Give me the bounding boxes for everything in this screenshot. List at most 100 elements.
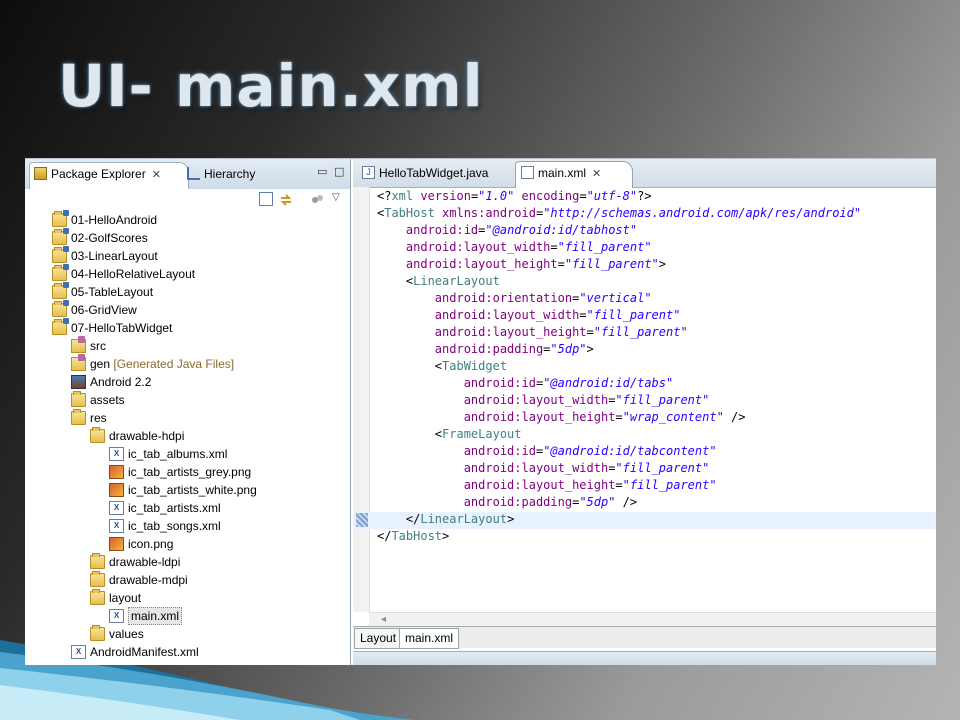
scroll-left-arrow-icon[interactable]: ◂ xyxy=(381,614,386,625)
code-token: > xyxy=(658,257,667,271)
code-token: android:layout_width xyxy=(377,393,609,407)
tab-layout[interactable]: Layout xyxy=(354,628,403,649)
maximize-icon[interactable]: □ xyxy=(334,165,344,178)
tree-item-label: values xyxy=(109,627,144,641)
tree-item-decoration: [Generated Java Files] xyxy=(110,357,235,371)
code-token: > xyxy=(507,512,515,526)
source-folder-icon xyxy=(71,354,86,371)
project-folder-icon xyxy=(52,300,69,317)
code-line: android:layout_width="fill_parent" xyxy=(377,392,710,409)
folder-icon xyxy=(71,391,86,407)
xml-file-icon: X xyxy=(109,501,124,515)
xml-file-icon: X xyxy=(109,519,124,533)
tree-item-label: main.xml xyxy=(128,607,183,625)
code-token: "@android:id/tabhost" xyxy=(485,223,638,237)
project-folder-icon xyxy=(52,246,69,263)
code-token: android:id xyxy=(377,376,536,390)
editor-ruler xyxy=(353,187,370,612)
package-explorer-pane: Package Explorer ✕ Hierarchy ▭ □ ▽ 01-Hel… xyxy=(25,159,351,665)
code-token: "5dp" xyxy=(550,342,587,356)
link-with-editor-icon[interactable] xyxy=(279,192,293,206)
code-token: android:layout_height xyxy=(377,410,616,424)
tab-hellotabwidget-java[interactable]: J HelloTabWidget.java xyxy=(357,162,509,184)
package-explorer-icon xyxy=(34,167,47,180)
tree-item-label: ic_tab_albums.xml xyxy=(128,447,228,461)
tree-item-label: ic_tab_artists_grey.png xyxy=(128,465,252,479)
tree-item-label: Android 2.2 xyxy=(90,375,152,389)
hierarchy-icon xyxy=(187,167,200,180)
manifest-file-icon: X xyxy=(71,645,86,659)
view-menu-chevron-down-icon[interactable]: ▽ xyxy=(332,192,346,206)
code-token: TabHost xyxy=(384,206,435,220)
code-line: android:layout_height="fill_parent" xyxy=(377,324,688,341)
tree-item-label: 07-HelloTabWidget xyxy=(71,321,173,335)
xml-file-icon: X xyxy=(109,609,124,623)
folder-icon xyxy=(90,427,105,443)
editor-pane: J HelloTabWidget.java main.xml ✕ <?xml ve… xyxy=(353,159,936,665)
code-token: TabHost xyxy=(391,529,443,543)
tab-hierarchy[interactable]: Hierarchy xyxy=(183,163,282,185)
png-file-icon xyxy=(109,483,124,497)
code-token: = xyxy=(579,308,587,322)
xml-file-icon: X xyxy=(109,447,124,461)
project-folder-icon xyxy=(52,210,69,227)
tab-label: Hierarchy xyxy=(204,167,256,181)
code-line: android:layout_width="fill_parent" xyxy=(377,307,681,324)
tab-main-xml[interactable]: main.xml ✕ xyxy=(515,161,633,188)
code-token: TabWidget xyxy=(442,359,508,373)
tree-item-label: 02-GolfScores xyxy=(71,231,148,245)
code-token: "fill_parent" xyxy=(622,478,717,492)
code-token: FrameLayout xyxy=(442,427,522,441)
code-line: android:id="@android:id/tabs" xyxy=(377,375,674,392)
bottom-views-tab-bar xyxy=(353,651,936,665)
xml-file-icon xyxy=(521,166,534,179)
folder-icon xyxy=(90,553,105,569)
folder-icon xyxy=(90,589,105,605)
code-line: <FrameLayout xyxy=(377,426,522,443)
collapse-all-icon[interactable] xyxy=(259,192,273,206)
view-menu-dots-icon[interactable] xyxy=(310,192,324,206)
code-token: android:orientation xyxy=(377,291,573,305)
code-token: "vertical" xyxy=(579,291,652,305)
code-token: LinearLayout xyxy=(420,512,508,526)
code-token: "utf-8" xyxy=(586,189,638,203)
code-token: "fill_parent" xyxy=(557,240,652,254)
folder-icon xyxy=(90,571,105,587)
code-token: < xyxy=(377,427,443,441)
code-token: = xyxy=(615,410,623,424)
project-folder-icon xyxy=(52,318,69,335)
code-token: android:layout_height xyxy=(377,257,558,271)
code-token: = xyxy=(586,325,594,339)
folder-icon xyxy=(90,625,105,641)
code-token: "fill_parent" xyxy=(593,325,688,339)
code-token: android:layout_width xyxy=(377,308,580,322)
close-icon[interactable]: ✕ xyxy=(592,163,601,185)
tree-item-label: drawable-ldpi xyxy=(109,555,181,569)
code-token: "5dp" xyxy=(579,495,616,509)
code-line: android:padding="5dp"> xyxy=(377,341,594,358)
horizontal-scrollbar[interactable]: ◂ xyxy=(369,612,936,627)
close-icon[interactable]: ✕ xyxy=(152,164,161,186)
code-token: android:id xyxy=(377,444,536,458)
code-token: = xyxy=(550,240,558,254)
tree-item-label: ic_tab_artists_white.png xyxy=(128,483,257,497)
code-line: android:layout_width="fill_parent" xyxy=(377,239,652,256)
tree-item-label: 04-HelloRelativeLayout xyxy=(71,267,196,281)
code-line: android:layout_height="wrap_content" /> xyxy=(377,409,746,426)
code-token: "http://schemas.android.com/apk/res/andr… xyxy=(543,206,862,220)
tab-package-explorer[interactable]: Package Explorer ✕ xyxy=(29,162,189,190)
code-token: android:layout_width xyxy=(377,240,551,254)
tab-source-main-xml[interactable]: main.xml xyxy=(399,628,460,649)
tree-item-label: ic_tab_artists.xml xyxy=(128,501,221,515)
source-folder-icon xyxy=(71,336,86,353)
code-token: xmlns:android xyxy=(434,206,536,220)
code-token: "@android:id/tabs" xyxy=(543,376,674,390)
code-token: xml xyxy=(391,189,414,203)
code-token: encoding xyxy=(514,189,580,203)
tree-item-label: 06-GridView xyxy=(71,303,137,317)
tree-item-label: icon.png xyxy=(128,537,174,551)
code-token: /> xyxy=(723,410,746,424)
minimize-icon[interactable]: ▭ xyxy=(317,165,327,178)
view-tab-bar: Package Explorer ✕ Hierarchy ▭ □ xyxy=(25,159,350,190)
code-token: = xyxy=(579,189,587,203)
